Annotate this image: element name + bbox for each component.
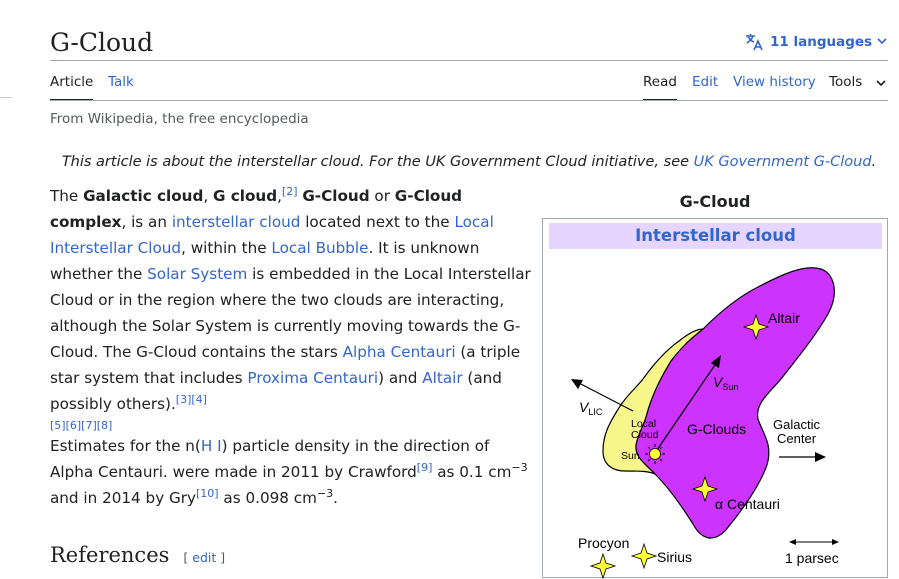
sidebar-edge-rule xyxy=(0,97,12,98)
hatnote-link[interactable]: UK Government G-Cloud xyxy=(694,154,872,170)
procyon-star-icon xyxy=(589,552,617,579)
references-heading: References xyxy=(50,543,170,567)
g-clouds-label: G-Clouds xyxy=(687,421,746,437)
alpha-centauri-label: α Centauri xyxy=(715,496,780,512)
citation-link[interactable]: [5][6][7][8] xyxy=(50,419,112,432)
link-h-i[interactable]: H I xyxy=(201,437,222,455)
tab-talk[interactable]: Talk xyxy=(108,73,134,101)
galactic-center-label-2: Center xyxy=(777,431,817,446)
tab-read[interactable]: Read xyxy=(643,73,677,101)
link-proxima-centauri[interactable]: Proxima Centauri xyxy=(247,369,378,387)
link-local-bubble[interactable]: Local Bubble xyxy=(271,239,368,257)
languages-label: 11 languages xyxy=(770,34,873,50)
infobox-title: G-Cloud xyxy=(679,192,751,211)
altair-label: Altair xyxy=(768,310,800,326)
tab-edit[interactable]: Edit xyxy=(692,73,718,101)
link-solar-system[interactable]: Solar System xyxy=(147,265,247,283)
citation-link[interactable]: [10] xyxy=(196,487,219,500)
page-title: G-Cloud xyxy=(50,28,154,57)
citation-link[interactable]: [2] xyxy=(282,185,298,198)
edit-section-link[interactable]: edit xyxy=(192,550,216,565)
local-cloud-label-2: Cloud xyxy=(631,429,659,441)
v-lic-label: VLIC xyxy=(579,399,603,417)
tab-article[interactable]: Article xyxy=(50,73,94,101)
sirius-label: Sirius xyxy=(657,549,692,565)
hatnote: This article is about the interstellar c… xyxy=(61,154,877,170)
languages-button[interactable]: 11 languages xyxy=(744,30,887,54)
infobox: Interstellar cloud Altair VSun VLIC Loca… xyxy=(542,218,888,579)
procyon-label: Procyon xyxy=(578,535,629,551)
translate-icon xyxy=(746,34,763,51)
tab-tools[interactable]: Tools xyxy=(829,73,862,101)
density-paragraph: Estimates for the n(H I) particle densit… xyxy=(50,437,528,507)
title-divider xyxy=(50,60,888,61)
citation-link[interactable]: [9] xyxy=(417,461,433,474)
link-interstellar-cloud[interactable]: interstellar cloud xyxy=(172,213,301,231)
tab-view-history[interactable]: View history xyxy=(733,73,816,101)
g-cloud-diagram: Altair VSun VLIC Local Cloud Sun G-Cloud… xyxy=(571,267,839,579)
site-tagline: From Wikipedia, the free encyclopedia xyxy=(50,111,309,127)
sun-label: Sun xyxy=(621,450,640,462)
link-altair[interactable]: Altair xyxy=(422,369,462,387)
citation-link[interactable]: [3][4] xyxy=(176,393,207,406)
section-edit: [ edit ] xyxy=(183,550,226,565)
chevron-down-icon xyxy=(877,38,887,45)
parsec-label: 1 parsec xyxy=(785,550,839,566)
tabs-divider xyxy=(50,100,888,101)
galactic-center-label-1: Galactic xyxy=(773,417,820,432)
arrowhead-icon xyxy=(815,452,826,462)
link-alpha-centauri[interactable]: Alpha Centauri xyxy=(343,343,456,361)
sun-icon xyxy=(645,444,665,464)
chevron-down-icon xyxy=(876,80,886,87)
sirius-star-icon xyxy=(630,542,658,570)
intro-paragraph: The Galactic cloud, G cloud,[2] G-Cloud … xyxy=(50,184,531,432)
references-heading-row: References [ edit ] xyxy=(50,540,225,570)
